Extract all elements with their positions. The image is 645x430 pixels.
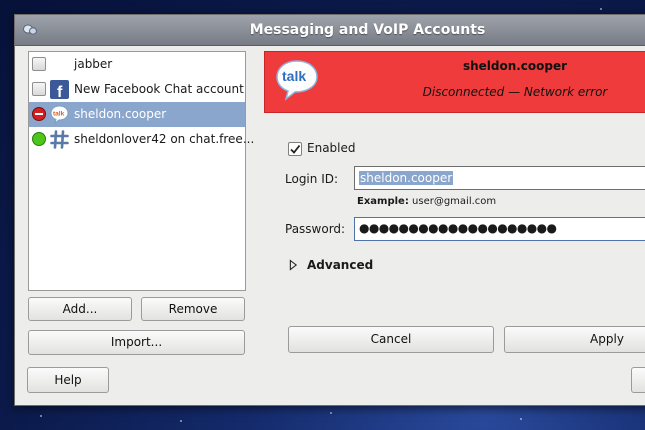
account-item-jabber[interactable]: jabber: [29, 52, 245, 77]
background-star: [330, 412, 332, 414]
status-offline-icon[interactable]: [32, 82, 46, 96]
example-label: Example:: [357, 196, 409, 207]
background-star: [180, 420, 182, 422]
irc-icon: [50, 130, 69, 149]
add-account-button[interactable]: Add...: [28, 297, 132, 321]
banner-account-name: sheldon.cooper: [462, 59, 568, 73]
login-id-label: Login ID:: [285, 172, 339, 186]
gtalk-logo-text: talk: [282, 68, 306, 84]
background-star: [40, 415, 42, 417]
svg-text:f: f: [57, 84, 63, 99]
cancel-button[interactable]: Cancel: [288, 326, 494, 353]
status-offline-icon[interactable]: [32, 57, 46, 71]
status-busy-icon[interactable]: [32, 107, 46, 121]
status-online-icon[interactable]: [32, 132, 46, 146]
gtalk-logo-icon: talk: [276, 60, 318, 101]
advanced-expander[interactable]: Advanced: [287, 258, 407, 276]
accounts-list[interactable]: jabber f New Facebook Chat account talk …: [28, 51, 254, 291]
background-star: [520, 418, 522, 420]
facebook-icon: f: [50, 80, 69, 99]
gtalk-icon: talk: [50, 105, 69, 124]
account-name: New Facebook Chat account: [74, 82, 244, 96]
example-hint: Example: user@gmail.com: [357, 196, 496, 207]
help-button[interactable]: Help: [27, 367, 109, 393]
background-star: [600, 8, 602, 10]
connection-status-text: Disconnected — Network error: [422, 85, 608, 99]
account-item-facebook[interactable]: f New Facebook Chat account: [29, 77, 245, 102]
remove-account-button[interactable]: Remove: [141, 297, 245, 321]
account-status-banner: talk sheldon.cooper Disconnected — Netwo…: [264, 51, 645, 113]
window-title: Messaging and VoIP Accounts: [249, 22, 486, 38]
enabled-label[interactable]: Enabled: [307, 141, 356, 155]
expander-arrow-icon: [289, 259, 298, 271]
login-id-value: sheldon.cooper: [359, 171, 454, 185]
title-bar[interactable]: Messaging and VoIP Accounts: [15, 15, 645, 46]
account-item-irc[interactable]: sheldonlover42 on chat.free...: [29, 127, 254, 152]
accounts-dialog: Messaging and VoIP Accounts jabber f New…: [14, 14, 645, 406]
checkmark-icon: [290, 144, 301, 154]
password-field[interactable]: ●●●●●●●●●●●●●●●●●●●●: [354, 217, 645, 241]
account-name: jabber: [74, 57, 113, 71]
password-label: Password:: [285, 222, 346, 236]
login-id-field[interactable]: sheldon.cooper: [354, 166, 645, 190]
account-name: sheldon.cooper: [74, 107, 167, 121]
account-item-sheldon-cooper[interactable]: talk sheldon.cooper: [29, 102, 245, 127]
jabber-icon: [50, 55, 69, 74]
example-value: user@gmail.com: [412, 196, 497, 207]
account-name: sheldonlover42 on chat.free...: [74, 132, 255, 146]
close-dialog-button[interactable]: [631, 367, 645, 393]
password-value: ●●●●●●●●●●●●●●●●●●●●: [359, 221, 557, 235]
svg-text:talk: talk: [53, 111, 65, 118]
apply-button[interactable]: Apply: [504, 326, 645, 353]
import-accounts-button[interactable]: Import...: [28, 330, 245, 355]
enabled-checkbox[interactable]: [288, 142, 302, 156]
advanced-label: Advanced: [307, 258, 374, 272]
